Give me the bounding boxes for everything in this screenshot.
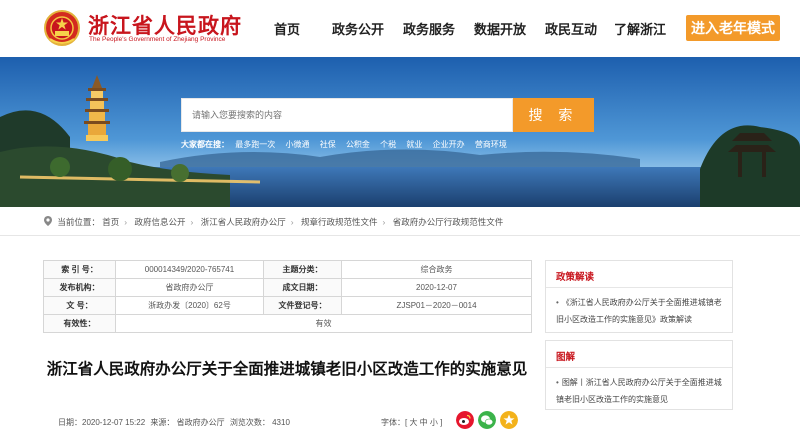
nav-gov-affairs-open[interactable]: 政务公开: [332, 19, 384, 38]
hot-search-label: 大家都在搜：: [181, 140, 229, 149]
org-label: 发布机构：: [43, 278, 116, 297]
hot-term[interactable]: 个税: [380, 140, 396, 149]
validity-label: 有效性：: [43, 314, 116, 333]
date-value: 2020-12-07: [341, 278, 532, 297]
article-title: 浙江省人民政府办公厅关于全面推进城镇老旧小区改造工作的实施意见: [46, 361, 528, 378]
article-date: 日期：2020-12-07 15:22: [58, 418, 146, 427]
search-box: [181, 98, 513, 132]
table-row: 索 引 号： 000014349/2020-765741 主题分类： 综合政务: [43, 260, 532, 279]
site-subtitle: The People's Government of Zhejiang Prov…: [89, 36, 226, 43]
breadcrumb-divider: [0, 235, 800, 236]
policy-interpretation-heading: 政策解读: [556, 272, 595, 283]
breadcrumb-item[interactable]: 规章行政规范性文件: [301, 217, 378, 227]
wechat-share-icon[interactable]: [478, 411, 496, 429]
panel-divider: [546, 287, 732, 288]
registration-value: ZJSP01－2020－0014: [341, 296, 532, 315]
hot-term[interactable]: 企业开办: [433, 140, 465, 149]
article-meta: 日期：2020-12-07 15:22 来源： 省政府办公厅 浏览次数： 431…: [58, 417, 293, 428]
policy-interpretation-panel: 政策解读 《浙江省人民政府办公厅关于全面推进城镇老旧小区改造工作的实施意见》政策…: [545, 260, 733, 333]
panel-divider: [546, 367, 732, 368]
org-value: 省政府办公厅: [115, 278, 264, 297]
document-info-table: 索 引 号： 000014349/2020-765741 主题分类： 综合政务 …: [43, 260, 532, 333]
hot-term[interactable]: 公积金: [346, 140, 370, 149]
hot-search-bar: 大家都在搜： 最多跑一次 小微通 社保 公积金 个税 就业 企业开办 营商环境: [181, 139, 515, 150]
hot-term[interactable]: 营商环境: [475, 140, 507, 149]
breadcrumb: 当前位置： 首页 › 政府信息公开 › 浙江省人民政府办公厅 › 规章行政规范性文件 ›…: [44, 216, 503, 228]
table-row: 文 号： 浙政办发〔2020〕62号 文件登记号： ZJSP01－2020－00…: [43, 296, 532, 315]
index-label: 索 引 号：: [43, 260, 116, 279]
policy-interpretation-link[interactable]: 《浙江省人民政府办公厅关于全面推进城镇老旧小区改造工作的实施意见》政策解读: [556, 294, 724, 328]
graphic-interpretation-panel: 图解 图解丨浙江省人民政府办公厅关于全面推进城镇老旧小区改造工作的实施意见: [545, 340, 733, 410]
location-pin-icon: [44, 216, 52, 226]
category-value: 综合政务: [341, 260, 532, 279]
hero-banner: [0, 57, 800, 207]
breadcrumb-separator: ›: [124, 217, 128, 227]
national-emblem-icon[interactable]: [44, 9, 80, 47]
article-source: 来源： 省政府办公厅: [150, 418, 225, 427]
search-button[interactable]: 搜 索: [513, 98, 594, 132]
graphic-interpretation-link[interactable]: 图解丨浙江省人民政府办公厅关于全面推进城镇老旧小区改造工作的实施意见: [556, 374, 724, 408]
date-label: 成文日期：: [263, 278, 342, 297]
hot-term[interactable]: 最多跑一次: [235, 140, 275, 149]
table-row: 发布机构： 省政府办公厅 成文日期： 2020-12-07: [43, 278, 532, 297]
breadcrumb-separator: ›: [290, 217, 294, 227]
category-label: 主题分类：: [263, 260, 342, 279]
hot-term[interactable]: 就业: [406, 140, 422, 149]
graphic-interpretation-heading: 图解: [556, 352, 576, 363]
west-lake-night-scene: [0, 57, 800, 207]
validity-value: 有效: [115, 314, 532, 333]
site-header: 浙江省人民政府 The People's Government of Zheji…: [0, 0, 800, 57]
font-size-switcher[interactable]: 字体：[ 大 中 小 ]: [381, 417, 442, 428]
nav-interaction[interactable]: 政民互动: [545, 19, 597, 38]
index-value: 000014349/2020-765741: [115, 260, 264, 279]
nav-data-open[interactable]: 数据开放: [474, 19, 526, 38]
registration-label: 文件登记号：: [263, 296, 342, 315]
breadcrumb-item[interactable]: 浙江省人民政府办公厅: [201, 217, 286, 227]
nav-home[interactable]: 首页: [274, 19, 300, 38]
doc-number-value: 浙政办发〔2020〕62号: [115, 296, 264, 315]
hot-term[interactable]: 社保: [320, 140, 336, 149]
breadcrumb-item[interactable]: 省政府办公厅行政规范性文件: [393, 217, 504, 227]
elder-mode-button[interactable]: 进入老年模式: [686, 15, 780, 41]
nav-about-zhejiang[interactable]: 了解浙江: [614, 19, 666, 38]
table-row: 有效性： 有效: [43, 314, 532, 333]
breadcrumb-separator: ›: [382, 217, 386, 227]
breadcrumb-item[interactable]: 首页: [102, 217, 119, 227]
hot-term[interactable]: 小微通: [285, 140, 309, 149]
search-input[interactable]: [182, 99, 512, 131]
doc-number-label: 文 号：: [43, 296, 116, 315]
breadcrumb-prefix: 当前位置：: [57, 217, 100, 227]
article-views: 浏览次数： 4310: [229, 418, 290, 427]
weibo-share-icon[interactable]: [456, 411, 474, 429]
breadcrumb-separator: ›: [190, 217, 194, 227]
nav-gov-services[interactable]: 政务服务: [403, 19, 455, 38]
breadcrumb-item[interactable]: 政府信息公开: [135, 217, 186, 227]
more-share-icon[interactable]: [500, 411, 518, 429]
